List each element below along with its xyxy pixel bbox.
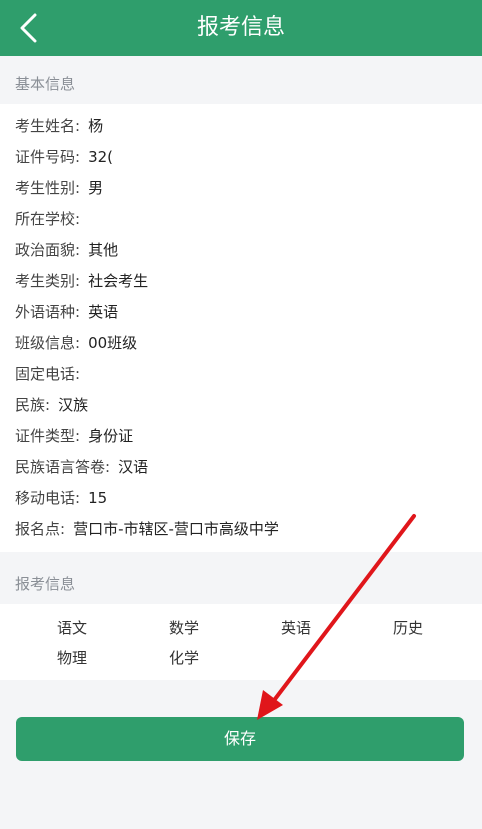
subject-item: 英语 (280, 619, 311, 637)
subject-item: 物理 (56, 649, 87, 667)
field-name: 考生姓名: 杨 (15, 117, 104, 135)
field-class: 班级信息: 00班级 (15, 334, 138, 352)
field-landline: 固定电话: (15, 365, 81, 383)
field-foreign-language: 外语语种: 英语 (15, 303, 119, 321)
subject-item: 化学 (168, 649, 199, 667)
section-title-basic: 基本信息 (15, 75, 76, 93)
basic-info-card: 考生姓名: 杨 证件号码: 32( 考生性别: 男 所在学校: 政治面貌: 其他 考生类… (0, 104, 482, 552)
field-ethnic-language: 民族语言答卷: 汉语 (15, 458, 149, 476)
subject-item: 语文 (56, 619, 87, 637)
page-title: 报考信息 (196, 15, 285, 40)
field-gender: 考生性别: 男 (15, 179, 104, 197)
section-title-exam: 报考信息 (15, 575, 76, 593)
field-school: 所在学校: (15, 210, 81, 228)
field-political-status: 政治面貌: 其他 (15, 241, 119, 259)
subject-item: 历史 (392, 619, 423, 637)
field-registration-site: 报名点: 营口市-市辖区-营口市高级中学 (15, 520, 279, 538)
field-id-number: 证件号码: 32( (15, 148, 114, 166)
field-ethnicity: 民族: 汉族 (15, 396, 89, 414)
field-id-type: 证件类型: 身份证 (15, 427, 134, 445)
save-button[interactable]: 保存 (16, 717, 464, 761)
subject-item: 数学 (168, 619, 199, 637)
app-bar: 报考信息 (0, 0, 482, 56)
subject-list: 语文 数学 英语 历史 物理 化学 (0, 612, 482, 672)
field-category: 考生类别: 社会考生 (15, 272, 149, 290)
field-mobile: 移动电话: 15 (15, 489, 108, 507)
